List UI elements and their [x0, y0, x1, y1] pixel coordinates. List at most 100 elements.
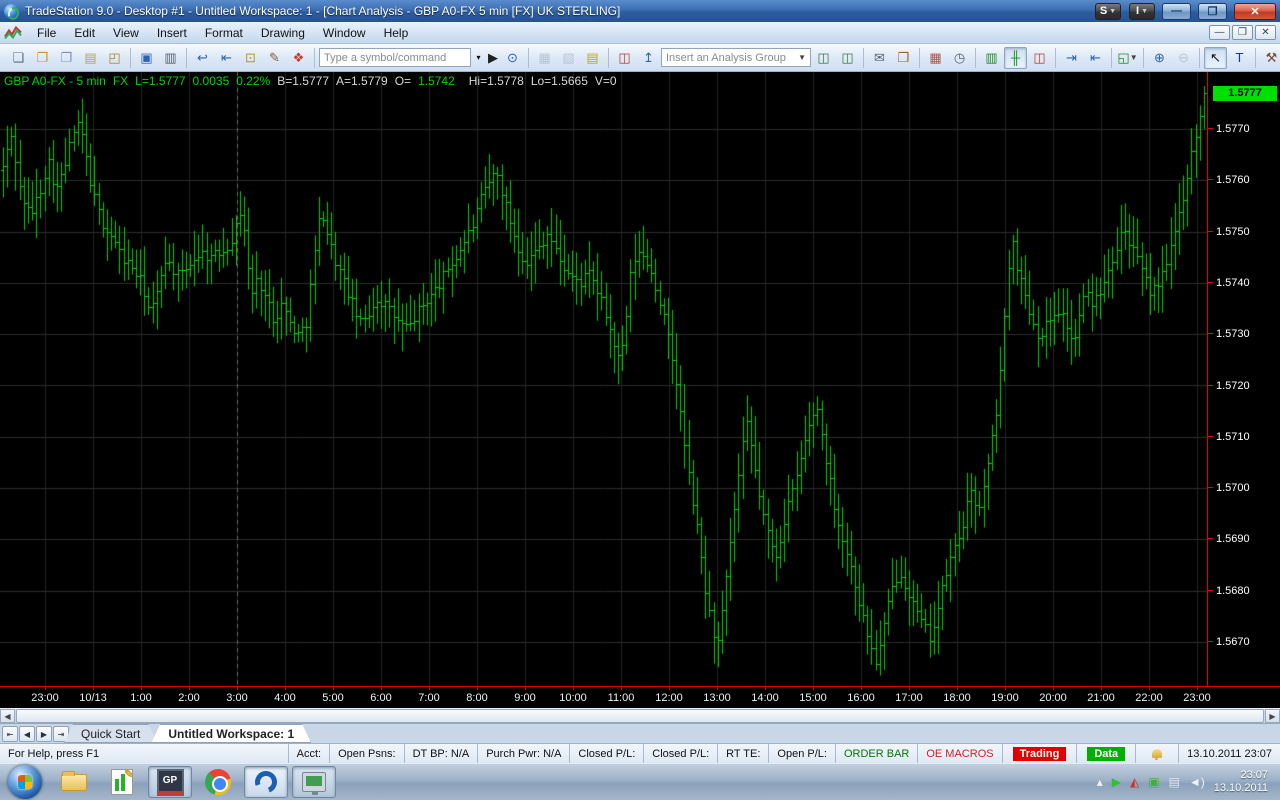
order-list-button[interactable]: ▤	[581, 47, 604, 69]
minimize-button[interactable]: —	[1162, 3, 1191, 20]
save-desktop-button[interactable]: ▣	[135, 47, 158, 69]
price-axis-label: 1.5700	[1216, 482, 1276, 494]
child-restore-button[interactable]: ❐	[1232, 25, 1253, 40]
decrease-bar-spacing-button[interactable]: ⇥	[1060, 47, 1083, 69]
toolbar-separator	[1055, 48, 1056, 68]
first-workspace-button[interactable]: ⇤	[2, 726, 18, 742]
import-folder-button[interactable]: ◰	[103, 47, 126, 69]
open-windows-button[interactable]: ❒	[55, 47, 78, 69]
lock-button[interactable]: ⊡	[239, 47, 262, 69]
menu-help[interactable]: Help	[375, 24, 418, 42]
time-axis-label: 21:00	[1077, 692, 1125, 704]
tray-trade-indicator-icon[interactable]: ◭	[1130, 775, 1139, 789]
toolbar-separator	[1255, 48, 1256, 68]
undo-all-button[interactable]: ⇤	[215, 47, 238, 69]
new-chart-window-button[interactable]: ◫	[613, 47, 636, 69]
new-workspace-button[interactable]: ❏	[7, 47, 30, 69]
scale-range-button[interactable]: ◱ ▼	[1116, 47, 1139, 69]
chart-horizontal-scrollbar[interactable]: ◀ ▶	[0, 708, 1280, 723]
menu-drawing[interactable]: Drawing	[252, 24, 314, 42]
drawing-tools-button[interactable]: ⚒	[1260, 47, 1280, 69]
symbol-command-input[interactable]	[319, 48, 471, 67]
chart-app-icon	[4, 25, 22, 40]
next-workspace-button[interactable]: ▶	[36, 726, 52, 742]
status-segment: ORDER BAR	[835, 744, 917, 763]
order-bar-button: ▦	[533, 47, 556, 69]
menu-view[interactable]: View	[104, 24, 148, 42]
title-bar: TradeStation 9.0 - Desktop #1 - Untitled…	[0, 0, 1280, 22]
menu-file[interactable]: File	[28, 24, 65, 42]
bell-icon[interactable]	[1152, 749, 1162, 758]
basket-button[interactable]: ❒	[892, 47, 915, 69]
run-command-button[interactable]: ▶	[486, 47, 500, 69]
low: Lo=1.5665	[531, 74, 588, 88]
open-workspace-button[interactable]: ❐	[31, 47, 54, 69]
taskbar-gp-app-button[interactable]: GP	[148, 766, 192, 798]
price-axis[interactable]: 1.57701.57601.57501.57401.57301.57201.57…	[1207, 72, 1280, 686]
bar-style-button[interactable]: ╫	[1004, 47, 1027, 69]
tray-show-hidden-icons[interactable]: ▴	[1097, 775, 1103, 789]
tab-untitled-workspace-1[interactable]: Untitled Workspace: 1	[151, 724, 311, 743]
indicator-menu-button[interactable]: I▼	[1129, 3, 1155, 20]
time-axis[interactable]: 23:0010/131:002:003:004:005:006:007:008:…	[0, 686, 1280, 708]
start-button[interactable]	[8, 765, 42, 799]
restore-button[interactable]: ❐	[1198, 3, 1227, 20]
time-axis-tick	[141, 687, 142, 690]
menu-edit[interactable]: Edit	[65, 24, 104, 42]
time-axis-label: 17:00	[885, 692, 933, 704]
close-button[interactable]: ✕	[1234, 3, 1276, 20]
price-alert-button[interactable]: ↥	[637, 47, 660, 69]
tab-quick-start[interactable]: Quick Start	[64, 724, 157, 743]
zoom-in-button[interactable]: ⊕	[1148, 47, 1171, 69]
price-chart[interactable]	[0, 72, 1207, 686]
time-axis-label: 14:00	[741, 692, 789, 704]
previous-workspace-button[interactable]: ◀	[19, 726, 35, 742]
candlestick-button[interactable]: ◫	[1028, 47, 1051, 69]
toolbar-separator	[863, 48, 864, 68]
taskbar-tradestation-button[interactable]	[244, 766, 288, 798]
menu-insert[interactable]: Insert	[148, 24, 196, 42]
print-button[interactable]: ▥	[159, 47, 182, 69]
text-tool-button[interactable]: T	[1228, 47, 1251, 69]
format-objects-button[interactable]: ❖	[287, 47, 310, 69]
child-close-button[interactable]: ✕	[1255, 25, 1276, 40]
time-axis-tick	[189, 687, 190, 690]
save-page-button[interactable]: ▤	[79, 47, 102, 69]
tray-volume-icon[interactable]: ◄)	[1189, 775, 1205, 789]
increase-bar-spacing-button[interactable]: ⇤	[1084, 47, 1107, 69]
tray-network-status-icon[interactable]: ▣	[1148, 775, 1159, 789]
taskbar-clock[interactable]: 23:07 13.10.2011	[1214, 769, 1272, 795]
menu-format[interactable]: Format	[196, 24, 252, 42]
taskbar-explorer-button[interactable]	[52, 766, 96, 798]
time-axis-tick	[909, 687, 910, 690]
send-chart-button[interactable]: ✉	[868, 47, 891, 69]
status-data-segment[interactable]: Data	[1076, 744, 1135, 763]
window-title: TradeStation 9.0 - Desktop #1 - Untitled…	[25, 4, 1087, 18]
style-menu-button[interactable]: S▼	[1095, 3, 1121, 20]
tradestation-icon	[251, 767, 280, 796]
scrollbar-thumb[interactable]	[16, 709, 1264, 723]
chart-type-button[interactable]: ▥	[980, 47, 1003, 69]
scroll-right-button[interactable]: ▶	[1265, 709, 1280, 723]
timeframe-calendar-button[interactable]: ▦	[924, 47, 947, 69]
symbol-lookup-button[interactable]: ⊙	[501, 47, 524, 69]
analysis-group-combo[interactable]: Insert an Analysis Group▼	[661, 48, 811, 67]
edit-analysis-button[interactable]: ◫	[812, 47, 835, 69]
taskbar-notes-app-button[interactable]: ✎	[100, 766, 144, 798]
last-price: L=1.5777	[135, 74, 185, 88]
menu-window[interactable]: Window	[314, 24, 375, 42]
format-drawing-button[interactable]: ✎	[263, 47, 286, 69]
symbol-input-dropdown[interactable]: ▾	[472, 47, 485, 69]
status-trading-segment[interactable]: Trading	[1002, 744, 1077, 763]
taskbar-network-app-button[interactable]	[292, 766, 336, 798]
pointer-tool-button[interactable]: ↖	[1204, 47, 1227, 69]
session-hours-button[interactable]: ◷	[948, 47, 971, 69]
analysis-windows-button[interactable]: ◫	[836, 47, 859, 69]
undo-button[interactable]: ↩	[191, 47, 214, 69]
tray-market-flag-icon[interactable]: ▶	[1112, 775, 1121, 789]
time-axis-label: 18:00	[933, 692, 981, 704]
tray-display-icon[interactable]: ▤	[1169, 775, 1180, 789]
taskbar-chrome-button[interactable]	[196, 766, 240, 798]
child-minimize-button[interactable]: —	[1209, 25, 1230, 40]
scroll-left-button[interactable]: ◀	[0, 709, 15, 723]
